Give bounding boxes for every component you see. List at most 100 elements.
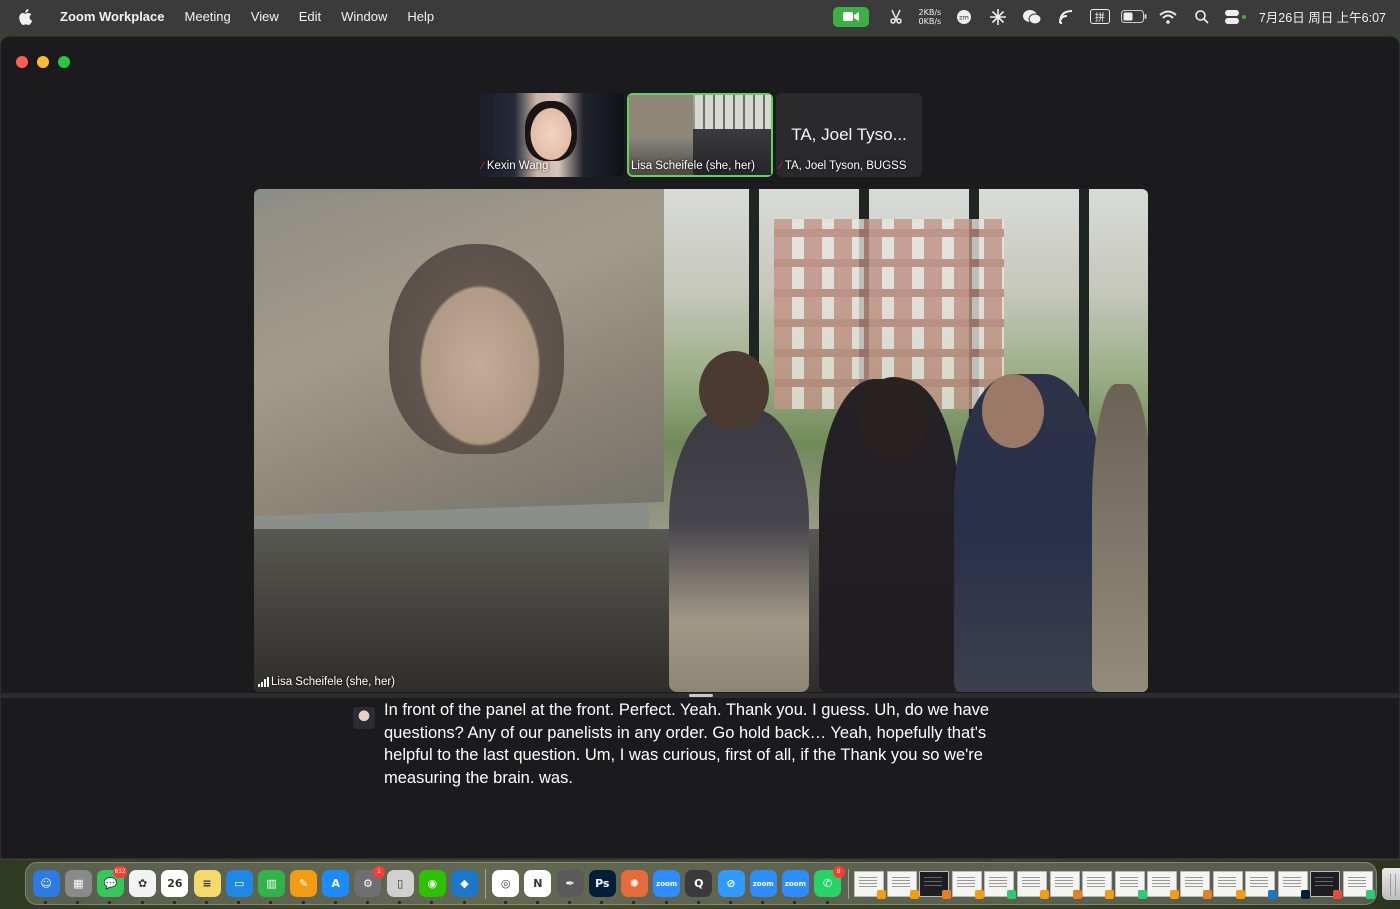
claude-icon[interactable]: ✺ [618, 868, 650, 904]
minimized-window-thumbnail[interactable] [1049, 870, 1082, 899]
pen-icon[interactable]: ✒ [554, 868, 586, 904]
menu-clock[interactable]: 7月26日 周日 上午6:07 [1253, 7, 1400, 26]
numbers-icon[interactable]: ▥ [255, 868, 287, 904]
wechat-icon[interactable] [1015, 0, 1049, 33]
minimized-window-thumbnail[interactable] [886, 870, 919, 899]
app-badge-icon [876, 889, 886, 899]
claude-icon-glyph: ✺ [620, 870, 648, 897]
minimized-window-thumbnail[interactable] [1245, 870, 1278, 899]
trash-icon[interactable] [1382, 867, 1400, 900]
running-indicator [462, 900, 466, 904]
participant-video [629, 95, 693, 139]
participant-tile-ta[interactable]: TA, Joel Tyso... ⁄ TA, Joel Tyson, BUGSS [776, 93, 922, 177]
menu-help[interactable]: Help [397, 9, 444, 24]
minimized-window-thumbnail[interactable] [919, 870, 952, 899]
app-badge-icon [1235, 889, 1245, 899]
messages-icon[interactable]: 💬 612 [94, 865, 128, 904]
menu-edit[interactable]: Edit [289, 9, 331, 24]
minimized-window-thumbnail[interactable] [1082, 870, 1115, 899]
zoom-dock-icon[interactable]: zoom [651, 868, 683, 904]
wifi-icon[interactable] [1151, 0, 1185, 33]
notification-badge: 1 [372, 865, 385, 878]
launchpad-icon[interactable]: ▦ [62, 868, 94, 904]
app-badge-icon [1072, 889, 1082, 899]
resize-handle[interactable] [689, 694, 713, 697]
keynote-icon-glyph: ▭ [225, 870, 253, 897]
pen-icon-glyph: ✒ [556, 870, 584, 897]
running-indicator [205, 900, 209, 904]
input-method-icon[interactable]: 拼 [1083, 0, 1117, 33]
battery-icon[interactable] [1117, 0, 1151, 33]
notes-icon[interactable]: ≡ [191, 868, 223, 904]
minimized-window-thumbnail[interactable] [984, 870, 1017, 899]
whatsapp-icon[interactable]: ✆ 8 [812, 865, 845, 904]
menu-view[interactable]: View [241, 9, 289, 24]
network-speed[interactable]: 2KB/s 0KB/s [913, 0, 947, 33]
zm-icon[interactable]: zm [947, 0, 981, 33]
vscode-icon[interactable]: ◆ [449, 868, 481, 904]
minimized-window-thumbnail[interactable] [1310, 870, 1343, 899]
participant-video [525, 101, 577, 161]
apple-menu-icon[interactable] [0, 8, 50, 25]
chrome-icon[interactable]: ◎ [490, 868, 522, 904]
active-speaker-video[interactable]: Lisa Scheifele (she, her) [254, 189, 1148, 692]
participant-tile-lisa[interactable]: Lisa Scheifele (she, her) [627, 93, 773, 177]
preview-icon[interactable]: ▯ [384, 868, 416, 904]
zoom-video-status[interactable] [829, 0, 879, 33]
running-indicator [172, 900, 176, 904]
minimized-window-thumbnail[interactable] [1277, 870, 1310, 899]
calendar-icon[interactable]: 26 [159, 868, 191, 904]
finder-icon[interactable]: ☺ [30, 868, 62, 904]
photos-icon[interactable]: ✿ [127, 868, 159, 904]
app-store-icon[interactable]: A [320, 868, 352, 904]
live-caption-area: In front of the panel at the front. Perf… [353, 701, 1033, 789]
minimized-window-thumbnail[interactable] [1342, 870, 1375, 899]
participant-name-large: TA, Joel Tyso... [791, 125, 907, 144]
menu-window[interactable]: Window [331, 9, 397, 24]
running-indicator [398, 900, 402, 904]
app-badge-icon [1137, 889, 1147, 899]
close-window-button[interactable] [16, 56, 28, 68]
pages-icon-glyph: ✎ [290, 870, 318, 897]
sparkle-icon[interactable] [981, 0, 1015, 33]
notion-like-icon[interactable]: N [522, 868, 554, 904]
participant-label: ⁄ TA, Joel Tyson, BUGSS [780, 160, 907, 172]
quicktime-icon[interactable]: Q [683, 868, 715, 904]
minimized-window-thumbnail[interactable] [1212, 870, 1245, 899]
vscode-icon-glyph: ◆ [451, 870, 479, 897]
minimized-window-thumbnail[interactable] [1114, 870, 1147, 899]
minimized-window-thumbnail[interactable] [1179, 870, 1212, 899]
system-settings-icon[interactable]: ⚙ 1 [352, 865, 385, 904]
running-indicator [761, 900, 765, 904]
caption-panel-divider[interactable] [1, 693, 1399, 698]
menu-meeting[interactable]: Meeting [175, 9, 241, 24]
participant-tile-kexin[interactable]: ⁄ Kexin Wang [478, 93, 624, 177]
photoshop-icon[interactable]: Ps [586, 868, 618, 904]
fullscreen-window-button[interactable] [58, 56, 70, 68]
minimized-window-thumbnail[interactable] [951, 870, 984, 899]
zoom-dock-icon-2[interactable]: zoom [747, 868, 779, 904]
scissors-icon[interactable] [879, 0, 913, 33]
search-icon[interactable] [1185, 0, 1219, 33]
minimize-window-button[interactable] [37, 56, 49, 68]
minimized-window-thumbnail[interactable] [1016, 870, 1049, 899]
notion-like-icon-glyph: N [524, 870, 552, 897]
pages-icon[interactable]: ✎ [288, 868, 320, 904]
control-center-icon[interactable] [1219, 0, 1253, 33]
keynote-icon[interactable]: ▭ [223, 868, 255, 904]
muted-mic-icon: ⁄ [482, 160, 484, 172]
zoom-dock-icon-3[interactable]: zoom [779, 868, 811, 904]
menu-app-name[interactable]: Zoom Workplace [50, 9, 175, 24]
finder-icon-glyph: ☺ [32, 870, 60, 897]
minimized-window-thumbnail[interactable] [1147, 870, 1180, 899]
running-indicator [237, 900, 241, 904]
caption-text: In front of the panel at the front. Perf… [384, 701, 990, 787]
svg-text:zm: zm [959, 13, 969, 21]
calendar-icon-glyph: 26 [161, 870, 189, 897]
safari-icon[interactable]: ⊘ [715, 868, 747, 904]
dock: ☺ ▦ 💬 612 ✿ 26 ≡ ▭ ▥ ✎ A ⚙ 1 ▯ ◉ ◆ ◎ N ✒ Ps ✺ zoom Q ⊘ zoom zoom ✆… [25, 862, 1400, 905]
wechat-dock-icon-glyph: ◉ [418, 870, 446, 897]
wechat-dock-icon[interactable]: ◉ [416, 868, 448, 904]
minimized-window-thumbnail[interactable] [853, 870, 886, 899]
signal-icon[interactable] [1049, 0, 1083, 33]
